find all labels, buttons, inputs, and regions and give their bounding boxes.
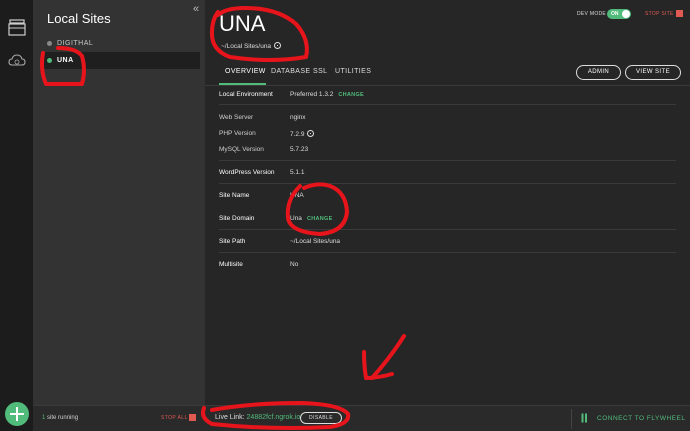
row-label: Web Server	[219, 114, 254, 121]
row-value: 5.1.1	[290, 169, 305, 176]
site-title: UNA	[219, 11, 266, 36]
row-label: Local Environment	[219, 91, 273, 98]
sidebar-title: Local Sites	[47, 11, 111, 26]
admin-button[interactable]: ADMIN	[576, 65, 621, 80]
flywheel-icon	[581, 413, 587, 423]
site-path-link[interactable]: ~/Local Sites/una	[221, 42, 282, 50]
disable-live-link-button[interactable]: DISABLE	[300, 412, 342, 424]
sites-running-status: 1 site running	[42, 415, 79, 421]
icon-rail	[0, 0, 33, 431]
add-site-icon[interactable]	[5, 402, 29, 426]
row-label: WordPress Version	[219, 169, 275, 176]
site-name-field[interactable]: UNA	[290, 192, 304, 199]
tab-ssl[interactable]: SSL	[313, 68, 327, 75]
status-bar: 1 site running STOP ALL Live Link: 24882…	[33, 405, 690, 431]
tab-utilities[interactable]: UTILITIES	[335, 68, 371, 75]
site-detail-panel: UNA ~/Local Sites/una DEV MODE ON STOP S…	[205, 0, 690, 405]
change-environment-link[interactable]: CHANGE	[338, 92, 364, 98]
collapse-sidebar-icon[interactable]: «	[193, 3, 199, 15]
row-label: Site Path	[219, 238, 246, 245]
live-link-url[interactable]: 24882fcf.ngrok.io	[247, 414, 301, 421]
row-label: MySQL Version	[219, 146, 264, 153]
divider	[571, 409, 572, 429]
row-label: Site Name	[219, 192, 250, 199]
tabs-divider	[205, 85, 690, 86]
info-icon[interactable]	[307, 130, 315, 137]
divider	[219, 104, 676, 105]
toggle-knob	[622, 10, 630, 18]
live-link: Live Link: 24882fcf.ngrok.io	[215, 414, 300, 421]
sites-sidebar: Local Sites « DIGITHAL UNA	[33, 0, 205, 405]
row-value: 7.2.9	[290, 130, 315, 138]
stop-icon[interactable]	[676, 10, 683, 17]
site-item-digithal[interactable]: DIGITHAL	[41, 35, 200, 52]
tab-overview[interactable]: OVERVIEW	[225, 68, 266, 75]
row-label: PHP Version	[219, 130, 256, 137]
status-dot-running	[47, 58, 52, 63]
site-item-una[interactable]: UNA	[41, 52, 200, 69]
change-domain-link[interactable]: CHANGE	[307, 216, 333, 222]
divider	[219, 229, 676, 230]
cloud-icon[interactable]	[8, 52, 26, 70]
site-item-label: DIGITHAL	[57, 40, 94, 47]
stop-icon[interactable]	[189, 414, 196, 421]
row-value: nginx	[290, 114, 306, 121]
row-label: Multisite	[219, 261, 243, 268]
site-path-text: ~/Local Sites/una	[221, 43, 272, 50]
stop-all-button[interactable]: STOP ALL	[161, 415, 188, 421]
row-value: 5.7.23	[290, 146, 309, 153]
site-item-label: UNA	[57, 57, 74, 64]
row-value: ~/Local Sites/una	[290, 238, 341, 245]
arrow-circle-icon[interactable]	[274, 42, 282, 49]
live-link-label: Live Link:	[215, 414, 245, 421]
row-value: No	[290, 261, 299, 268]
row-value: Una CHANGE	[290, 215, 333, 222]
toggle-label: ON	[611, 11, 619, 17]
sites-icon[interactable]	[8, 18, 26, 36]
row-label: Site Domain	[219, 215, 255, 222]
stop-site-button[interactable]: STOP SITE	[645, 11, 674, 17]
dev-mode-label: DEV MODE	[577, 11, 607, 17]
dev-mode-toggle[interactable]: ON	[607, 9, 631, 19]
connect-to-flywheel-button[interactable]: CONNECT TO FLYWHEEL	[597, 415, 685, 422]
tab-database[interactable]: DATABASE	[271, 68, 311, 75]
view-site-button[interactable]: VIEW SITE	[625, 65, 681, 80]
divider	[219, 252, 676, 253]
row-value: Preferred 1.3.2 CHANGE	[290, 91, 364, 98]
divider	[219, 183, 676, 184]
status-dot-stopped	[47, 41, 52, 46]
divider	[219, 160, 676, 161]
